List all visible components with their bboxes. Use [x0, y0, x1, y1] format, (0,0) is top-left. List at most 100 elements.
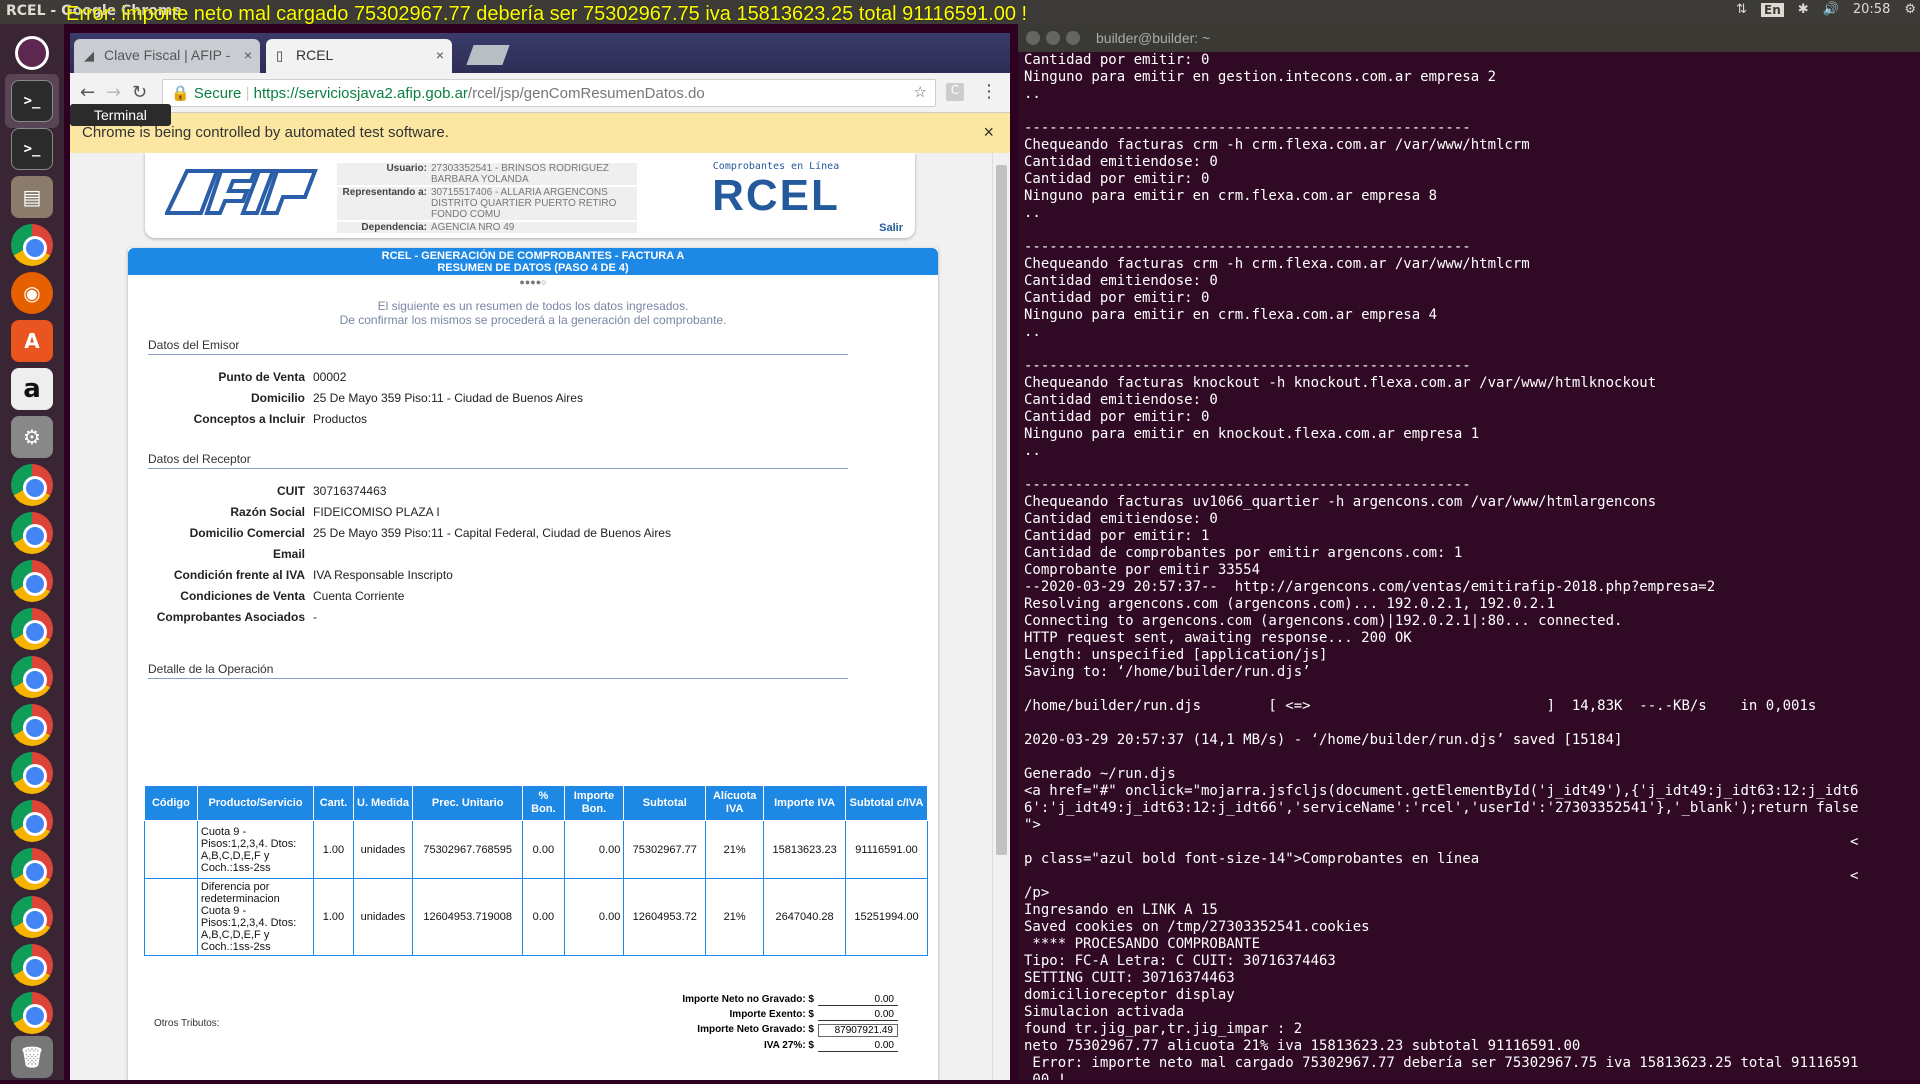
back-arrow-icon[interactable]: ← [80, 82, 95, 103]
column-header: Importe IVA [763, 785, 847, 821]
indicator-area: ⇅ En ✱ 🔊 20:58 ⚙ [1736, 2, 1916, 17]
launcher-terminal[interactable]: >_ [5, 74, 59, 128]
launcher-files[interactable]: ▤ [5, 170, 59, 224]
scroll-thumb[interactable] [996, 165, 1007, 855]
address-bar[interactable]: 🔒 Secure | https://serviciosjava2.afip.g… [162, 79, 936, 107]
terminal-line: Cantidad por emitir: 0 [1024, 409, 1210, 425]
bookmark-star-icon[interactable]: ☆ [914, 83, 927, 101]
form-title-line-2: RESUMEN DE DATOS (PASO 4 DE 4) [437, 262, 629, 274]
terminal-line: /p> [1024, 885, 1050, 901]
step-indicator: ●●●●○ [519, 277, 547, 287]
field-value: Productos [313, 412, 368, 426]
tab-close-icon[interactable]: × [436, 47, 444, 63]
column-header: % Bon. [522, 785, 565, 821]
field-comprobantes-asociados: Comprobantes Asociados - [148, 610, 928, 624]
chrome-icon [11, 608, 53, 650]
tab-close-icon[interactable]: × [244, 47, 252, 63]
tab-rcel[interactable]: ▯ RCEL × [266, 39, 452, 73]
terminal-line: neto 75302967.77 alicuota 21% iva 158136… [1024, 1038, 1581, 1054]
tab-clave-fiscal[interactable]: ◢ Clave Fiscal | AFIP - × [74, 39, 260, 73]
launcher-chrome-3[interactable] [5, 506, 59, 560]
column-header: Prec. Unitario [412, 785, 524, 821]
form-title-line-1: RCEL - GENERACIÓN DE COMPROBANTES - FACT… [381, 250, 685, 262]
page-scrollbar[interactable] [992, 153, 1010, 1080]
field-label: Condiciones de Venta [180, 589, 305, 603]
chrome-icon [11, 704, 53, 746]
launcher-chrome-10[interactable] [5, 842, 59, 896]
launcher-terminal-2[interactable]: >_ [5, 122, 59, 176]
ubuntu-dash-button[interactable] [5, 26, 59, 80]
terminal-output[interactable]: Cantidad por emitir: 0 Ninguno para emiti… [1024, 52, 1916, 1080]
clock[interactable]: 20:58 [1853, 2, 1890, 17]
menu-dots-icon[interactable]: ⋮ [980, 81, 998, 102]
launcher-chrome-2[interactable] [5, 458, 59, 512]
launcher-chrome-4[interactable] [5, 554, 59, 608]
chrome-window: ◢ Clave Fiscal | AFIP - × ▯ RCEL × ← → ↻… [70, 33, 1010, 1080]
launcher-software-center[interactable]: A [5, 314, 59, 368]
terminal-line: p class="azul bold font-size-14">Comprob… [1024, 851, 1480, 867]
extension-icon[interactable]: C [946, 83, 964, 101]
dependency-value: AGENCIA NRO 49 [431, 222, 515, 233]
network-icon[interactable]: ⇅ [1736, 2, 1747, 17]
url-host: https://serviciosjava2.afip.gob.ar [253, 85, 468, 102]
launcher-chrome-7[interactable] [5, 698, 59, 752]
cell-bonificacion: 0.00 [522, 820, 565, 879]
forward-arrow-icon[interactable]: → [106, 82, 121, 103]
terminal-line: Cantidad por emitir: 0 [1024, 171, 1210, 187]
total-iva-27: IVA 27%: $ 0.00 [568, 1040, 898, 1052]
launcher-chrome-12[interactable] [5, 938, 59, 992]
terminal-line: Generado ~/run.djs [1024, 766, 1176, 782]
launcher-chrome[interactable] [5, 218, 59, 272]
totals-block: Importe Neto no Gravado: $ 0.00 Importe E… [568, 994, 898, 1055]
cell-codigo [144, 878, 198, 956]
maximize-icon[interactable] [1066, 31, 1080, 45]
launcher-amazon[interactable]: a [5, 362, 59, 416]
terminal-line: Connecting to argencons.com (argencons.c… [1024, 613, 1623, 629]
cell-importe-iva: 2647040.28 [763, 878, 847, 956]
launcher-trash[interactable]: 🗑 [5, 1030, 59, 1084]
gear-icon[interactable]: ⚙ [1904, 2, 1916, 17]
launcher-chrome-5[interactable] [5, 602, 59, 656]
terminal-line: ----------------------------------------… [1024, 239, 1471, 255]
representing-value: 30715517406 - ALLARIA ARGENCONS DISTRITO… [431, 187, 617, 220]
field-value: IVA Responsable Inscripto [313, 568, 453, 582]
infobar-close-icon[interactable]: × [983, 122, 994, 143]
keyboard-layout-indicator[interactable]: En [1761, 2, 1784, 17]
reload-icon[interactable]: ↻ [132, 82, 147, 103]
receptor-section-title: Datos del Receptor [148, 452, 848, 469]
volume-icon[interactable]: 🔊 [1823, 2, 1839, 17]
launcher-settings[interactable]: ⚙ [5, 410, 59, 464]
cell-bonificacion: 0.00 [522, 878, 565, 956]
launcher-chrome-8[interactable] [5, 746, 59, 800]
terminal-line: Chequeando facturas crm -h crm.flexa.com… [1024, 256, 1530, 272]
rcel-wordmark: RCEL [712, 171, 840, 220]
browser-toolbar: ← → ↻ 🔒 Secure | https://serviciosjava2.… [70, 73, 1010, 113]
close-icon[interactable] [1026, 31, 1040, 45]
new-tab-button[interactable] [466, 45, 510, 65]
launcher-chrome-6[interactable] [5, 650, 59, 704]
bluetooth-icon[interactable]: ✱ [1798, 2, 1809, 17]
terminal-window: builder@builder: ~ Cantidad por emitir: … [1018, 24, 1920, 1080]
minimize-icon[interactable] [1046, 31, 1060, 45]
terminal-line: domicilioreceptor display [1024, 987, 1235, 1003]
logout-link[interactable]: Salir [879, 222, 903, 234]
launcher-chrome-11[interactable] [5, 890, 59, 944]
launcher-chrome-9[interactable] [5, 794, 59, 848]
launcher-firefox[interactable]: ◉ [5, 266, 59, 320]
terminal-line: .. [1024, 443, 1041, 459]
terminal-line: ----------------------------------------… [1024, 358, 1471, 374]
cell-subtotal: 75302967.77 [623, 820, 707, 879]
afip-favicon-icon: ◢ [84, 48, 94, 63]
terminal-line: ----------------------------------------… [1024, 477, 1471, 493]
user-label: Usuario: [386, 163, 427, 174]
field-value: FIDEICOMISO PLAZA I [313, 505, 440, 519]
field-condicion-iva: Condición frente al IVA IVA Responsable I… [148, 568, 928, 582]
afip-header: Usuario: 27303352541 - BRINSOS RODRIGUEZ … [145, 153, 915, 238]
terminal-titlebar: builder@builder: ~ [1018, 24, 1920, 52]
total-label: Importe Exento: $ [729, 1009, 814, 1020]
terminal-line: <a href="#" onclick="mojarra.jsfcljs(doc… [1024, 783, 1859, 799]
